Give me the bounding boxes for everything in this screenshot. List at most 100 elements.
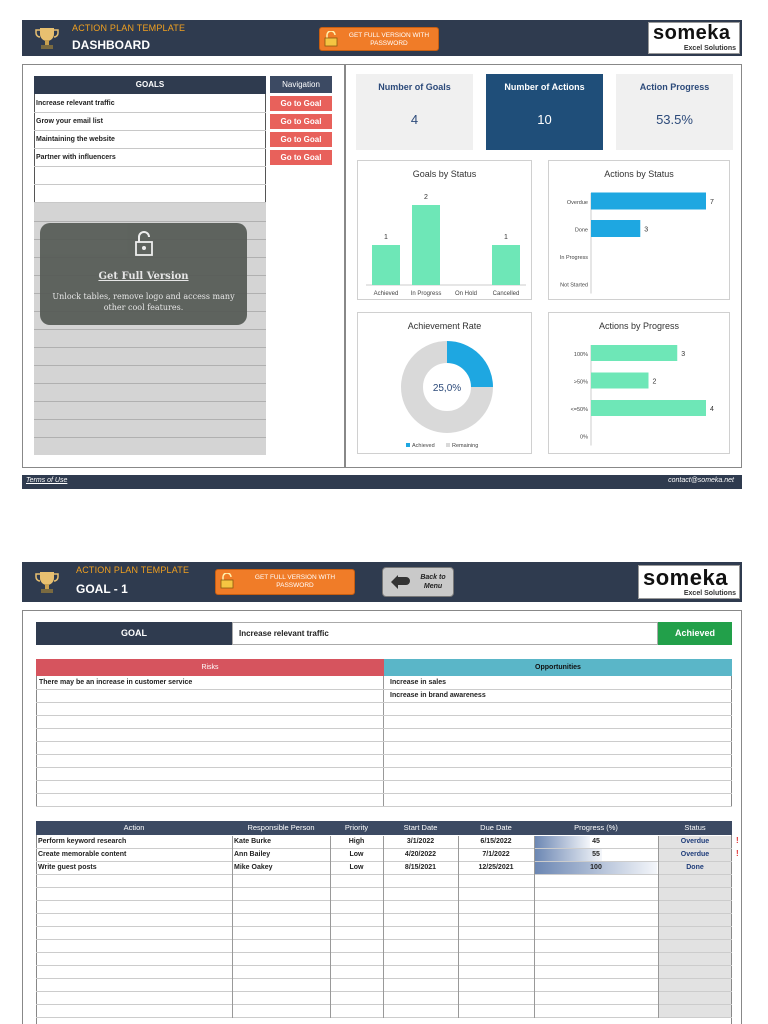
cell-due xyxy=(459,927,533,939)
tick-label: >50% xyxy=(574,380,588,386)
action-row[interactable]: Create memorable content Ann Bailey Low 4/2… xyxy=(36,849,732,862)
cell-start xyxy=(384,940,457,952)
col-divider xyxy=(383,888,384,901)
cell-progress xyxy=(535,992,657,1004)
go-to-goal-button[interactable]: Go to Goal xyxy=(270,132,332,147)
cell-start xyxy=(384,953,457,965)
col-divider xyxy=(232,862,233,875)
action-row[interactable] xyxy=(36,875,732,888)
tick-label: <=50% xyxy=(571,407,589,413)
go-to-goal-button[interactable]: Go to Goal xyxy=(270,150,332,165)
data-label: 1 xyxy=(384,234,388,241)
cell-person: Ann Bailey xyxy=(234,851,271,858)
col-divider xyxy=(458,849,459,862)
cell-due: 6/15/2022 xyxy=(480,838,512,845)
col-divider xyxy=(534,888,535,901)
tick-label: Done xyxy=(575,228,588,234)
cell-progress xyxy=(535,875,657,887)
col-divider xyxy=(383,914,384,927)
get-full-version-button[interactable]: GET FULL VERSION WITH PASSWORD xyxy=(215,569,355,595)
goals-by-status-chart: Goals by Status 1 Achieved 2 In Progress On … xyxy=(357,160,532,300)
col-divider xyxy=(330,914,331,927)
kpi-value: 10 xyxy=(537,112,552,127)
cell-person xyxy=(233,888,329,900)
data-label: 7 xyxy=(710,199,714,206)
go-to-goal-button[interactable]: Go to Goal xyxy=(270,114,332,129)
goals-header: GOALS xyxy=(34,76,266,94)
cell-action xyxy=(37,979,231,991)
cell-action: Perform keyword research xyxy=(38,838,127,845)
cell-action: Create memorable content xyxy=(38,851,127,858)
promo-label: GET FULL VERSION WITH PASSWORD xyxy=(254,574,336,589)
cell-person xyxy=(233,966,329,978)
cell-priority xyxy=(331,992,382,1004)
cell-action: Write guest posts xyxy=(38,864,97,871)
cell-start xyxy=(384,888,457,900)
kpi-label: Number of Goals xyxy=(378,82,451,92)
col-divider xyxy=(458,953,459,966)
cell-status xyxy=(659,927,731,939)
cell-action xyxy=(37,953,231,965)
cell-progress xyxy=(535,979,657,991)
page-title: DASHBOARD xyxy=(72,38,150,52)
cell-action xyxy=(37,940,231,952)
col-divider xyxy=(330,979,331,992)
dashboard-header: ACTION PLAN TEMPLATE DASHBOARD GET FULL … xyxy=(22,20,742,56)
back-to-menu-button[interactable]: Back to Menu xyxy=(382,567,454,597)
data-label: 2 xyxy=(653,379,657,386)
legend-swatch xyxy=(446,443,450,447)
col-divider xyxy=(458,862,459,875)
cell-priority xyxy=(331,966,382,978)
trophy-icon xyxy=(35,572,59,593)
overlay-title[interactable]: Get Full Version xyxy=(40,271,247,282)
action-row[interactable] xyxy=(36,940,732,953)
action-row[interactable] xyxy=(36,953,732,966)
goal-status-badge: Achieved xyxy=(658,622,732,645)
action-row[interactable] xyxy=(36,992,732,1005)
action-row[interactable] xyxy=(36,888,732,901)
table-row-line xyxy=(36,767,732,768)
action-row[interactable] xyxy=(36,1005,732,1018)
back-to-menu-label: Back to Menu xyxy=(420,574,446,590)
col-divider xyxy=(383,966,384,979)
go-to-goal-button[interactable]: Go to Goal xyxy=(270,96,332,111)
action-row[interactable] xyxy=(36,927,732,940)
col-divider xyxy=(330,849,331,862)
col-divider xyxy=(534,979,535,992)
unlock-icon xyxy=(135,231,153,256)
data-label: 2 xyxy=(424,194,428,201)
table-row-line xyxy=(36,715,732,716)
col-divider xyxy=(658,953,659,966)
goal-row: Grow your email list xyxy=(34,113,266,131)
promo-label: GET FULL VERSION WITH PASSWORD xyxy=(348,32,430,47)
col-divider xyxy=(658,875,659,888)
bar xyxy=(591,372,649,389)
get-full-version-button[interactable]: GET FULL VERSION WITH PASSWORD xyxy=(319,27,439,51)
action-row[interactable] xyxy=(36,979,732,992)
table-row-line xyxy=(36,741,732,742)
progress-value: 45 xyxy=(592,838,600,845)
progress-value: 100 xyxy=(590,864,602,871)
get-full-version-overlay[interactable]: Get Full Version Unlock tables, remove l… xyxy=(40,223,247,325)
col-divider xyxy=(458,914,459,927)
action-row[interactable]: Perform keyword research Kate Burke High 3/… xyxy=(36,836,732,849)
col-divider xyxy=(383,953,384,966)
cell-status: Overdue xyxy=(659,849,731,861)
col-divider xyxy=(458,875,459,888)
dashboard-footer: Terms of Use contact@someka.net xyxy=(22,475,742,489)
col-divider xyxy=(534,940,535,953)
col-divider xyxy=(330,836,331,849)
col-divider xyxy=(458,888,459,901)
col-divider xyxy=(330,888,331,901)
col-divider xyxy=(232,940,233,953)
action-row[interactable] xyxy=(36,901,732,914)
cell-progress xyxy=(535,953,657,965)
cell-person xyxy=(233,953,329,965)
terms-of-use-link[interactable]: Terms of Use xyxy=(26,477,67,484)
col-start-date: Start Date xyxy=(383,821,458,835)
action-row[interactable] xyxy=(36,914,732,927)
cell-start xyxy=(384,992,457,1004)
action-row[interactable] xyxy=(36,966,732,979)
cell-due: 12/25/2021 xyxy=(478,864,514,871)
action-row[interactable]: Write guest posts Mike Oakey Low 8/15/2021 1… xyxy=(36,862,732,875)
